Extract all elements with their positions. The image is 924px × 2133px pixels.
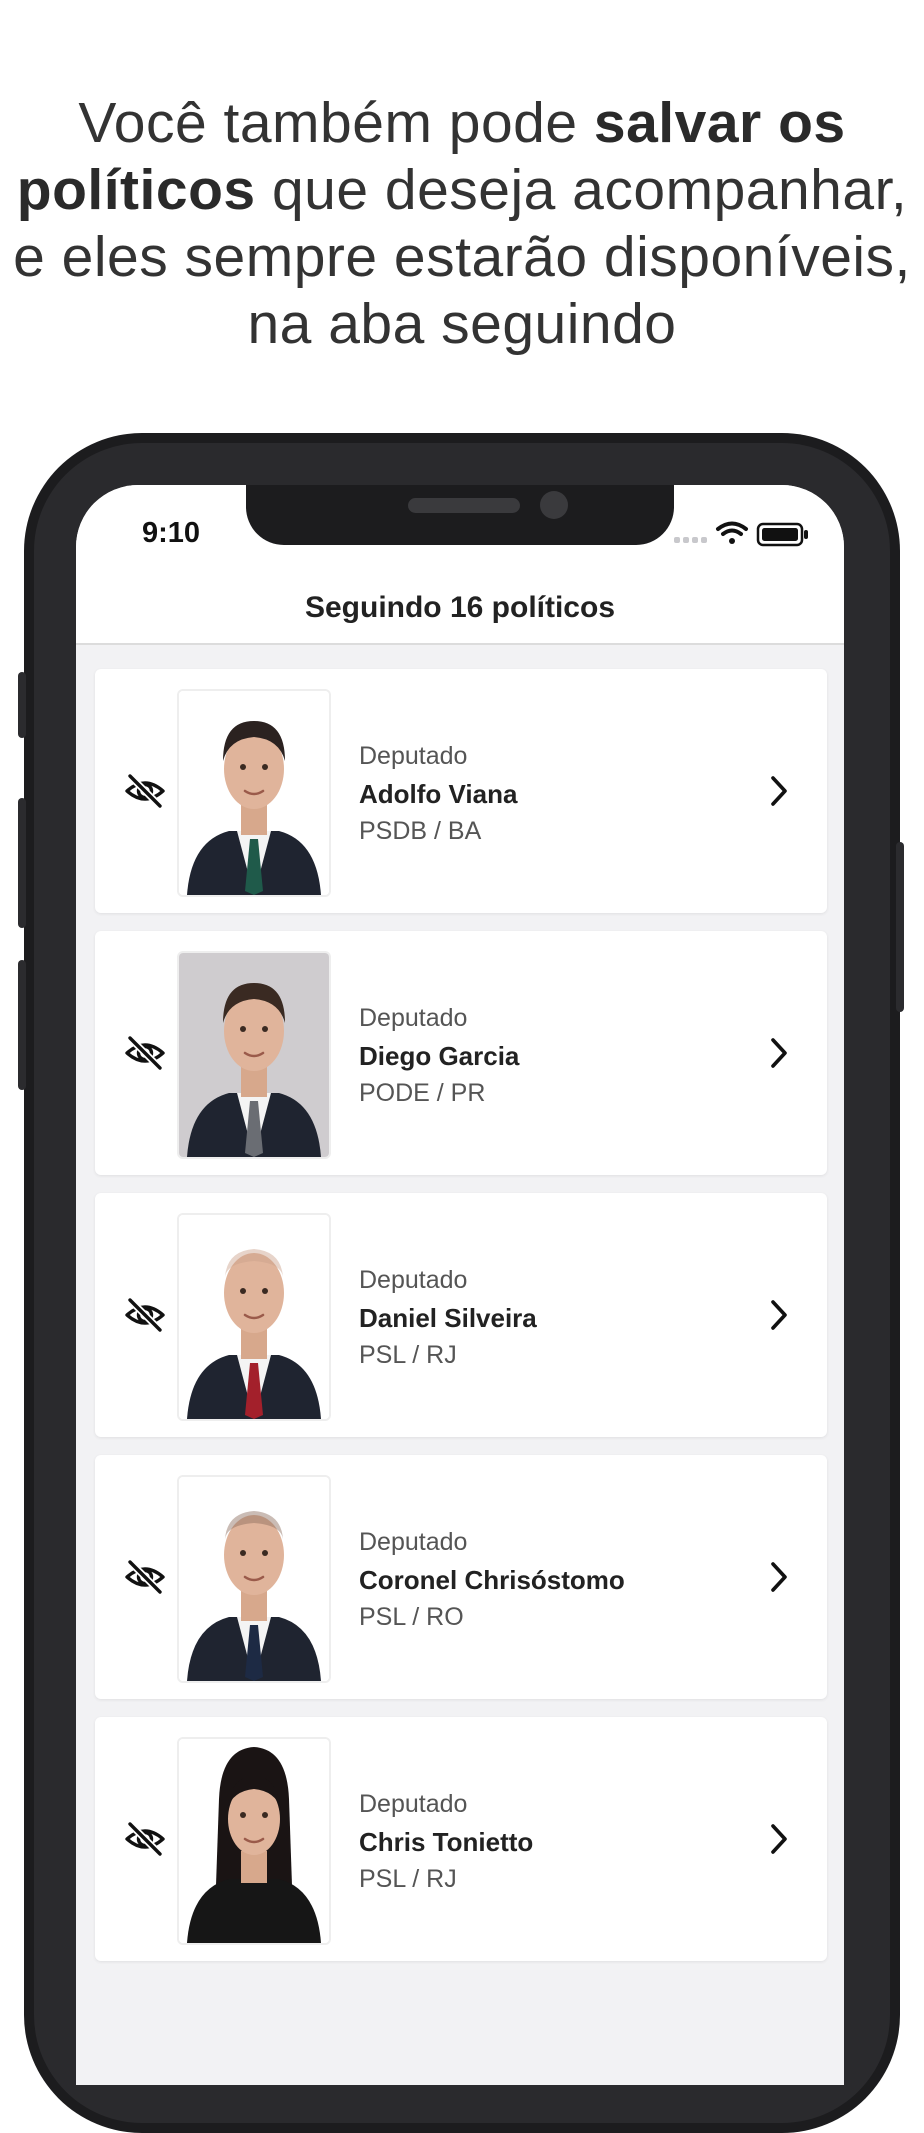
politician-party: PODE / PR xyxy=(359,1079,486,1107)
chevron-right-icon[interactable] xyxy=(747,1545,811,1609)
wifi-icon xyxy=(716,521,748,544)
politician-photo xyxy=(177,1737,331,1945)
phone-screen: 9:10 Seguindo 16 políticos Deputado Adol… xyxy=(76,485,844,2085)
unfollow-eye-slash-icon[interactable] xyxy=(113,1545,177,1609)
politician-name: Chris Tonietto xyxy=(359,1827,534,1857)
speaker-grille xyxy=(408,498,520,513)
politician-photo xyxy=(177,951,331,1159)
politician-info: Deputado Daniel Silveira PSL / RJ xyxy=(359,1265,537,1370)
unfollow-eye-slash-icon[interactable] xyxy=(113,1283,177,1347)
politician-card[interactable]: Deputado Coronel Chrisóstomo PSL / RO xyxy=(95,1455,827,1699)
power-button xyxy=(896,842,904,1012)
politician-name: Adolfo Viana xyxy=(359,779,518,809)
politician-party: PSL / RO xyxy=(359,1603,464,1631)
politician-role: Deputado xyxy=(359,1266,468,1294)
politician-name: Coronel Chrisóstomo xyxy=(359,1565,625,1595)
politician-party: PSDB / BA xyxy=(359,817,482,845)
politician-role: Deputado xyxy=(359,1790,468,1818)
politician-card[interactable]: Deputado Diego Garcia PODE / PR xyxy=(95,931,827,1175)
politician-info: Deputado Adolfo Viana PSDB / BA xyxy=(359,741,517,846)
politician-name: Daniel Silveira xyxy=(359,1303,537,1333)
chevron-right-icon[interactable] xyxy=(747,759,811,823)
mute-switch xyxy=(18,672,26,738)
volume-down-button xyxy=(18,960,26,1090)
page-title: Seguindo 16 políticos xyxy=(76,585,844,645)
politician-photo xyxy=(177,689,331,897)
politician-party: PSL / RJ xyxy=(359,1865,457,1893)
politician-name: Diego Garcia xyxy=(359,1041,520,1071)
chevron-right-icon[interactable] xyxy=(747,1021,811,1085)
status-time: 9:10 xyxy=(142,517,201,549)
promo-headline: Você também pode salvar os políticos que… xyxy=(0,90,924,358)
front-camera xyxy=(540,491,568,519)
battery-icon xyxy=(756,522,808,547)
chevron-right-icon[interactable] xyxy=(747,1807,811,1871)
chevron-right-icon[interactable] xyxy=(747,1283,811,1347)
politician-party: PSL / RJ xyxy=(359,1341,457,1369)
politician-photo xyxy=(177,1475,331,1683)
promo-line-2: políticos que deseja acompanhar, xyxy=(16,158,908,222)
unfollow-eye-slash-icon[interactable] xyxy=(113,1807,177,1871)
unfollow-eye-slash-icon[interactable] xyxy=(113,1021,177,1085)
politician-role: Deputado xyxy=(359,1528,468,1556)
politician-role: Deputado xyxy=(359,742,468,770)
politician-info: Deputado Diego Garcia PODE / PR xyxy=(359,1003,519,1108)
politician-info: Deputado Chris Tonietto PSL / RJ xyxy=(359,1789,533,1894)
politician-role: Deputado xyxy=(359,1004,468,1032)
unfollow-eye-slash-icon[interactable] xyxy=(113,759,177,823)
promo-line-1: Você também pode salvar os xyxy=(78,91,846,155)
notch xyxy=(246,485,674,545)
politician-card[interactable]: Deputado Chris Tonietto PSL / RJ xyxy=(95,1717,827,1961)
politician-info: Deputado Coronel Chrisóstomo PSL / RO xyxy=(359,1527,625,1632)
promo-line-4: na aba seguindo xyxy=(247,292,677,356)
politician-card[interactable]: Deputado Daniel Silveira PSL / RJ xyxy=(95,1193,827,1437)
volume-up-button xyxy=(18,798,26,928)
signal-icon xyxy=(674,537,707,543)
status-icons xyxy=(674,519,814,549)
politician-photo xyxy=(177,1213,331,1421)
promo-line-3: e eles sempre estarão disponíveis, xyxy=(13,225,911,289)
politician-card[interactable]: Deputado Adolfo Viana PSDB / BA xyxy=(95,669,827,913)
